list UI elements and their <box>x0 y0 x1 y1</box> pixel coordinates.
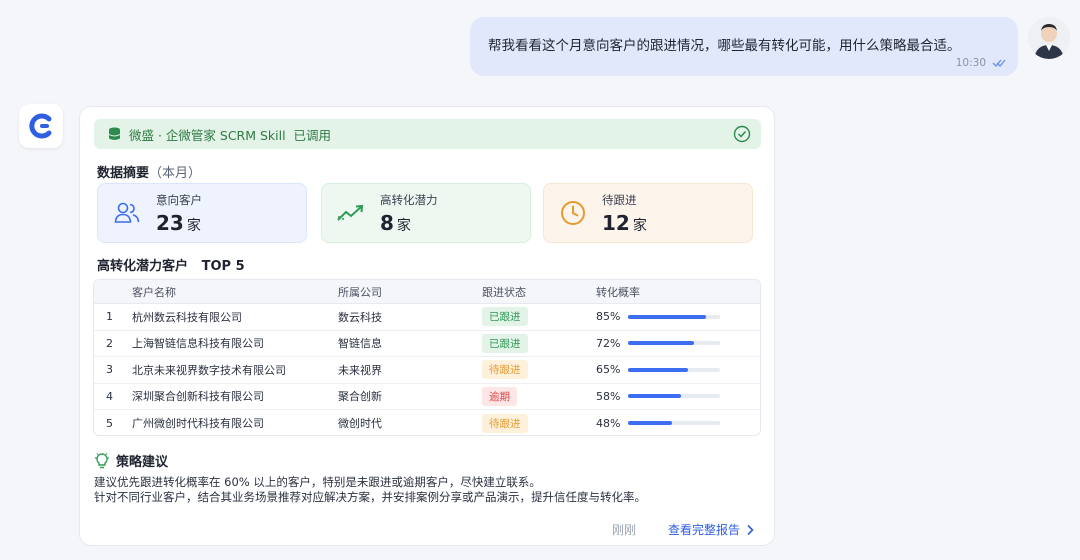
rate-bar-fill <box>628 367 688 372</box>
header-company: 所属公司 <box>338 285 382 299</box>
database-icon <box>109 127 120 140</box>
table-row[interactable]: 4 深圳聚合创新科技有限公司 聚合创新 逾期 58% <box>94 384 760 410</box>
stat-label: 高转化潜力 <box>380 192 438 207</box>
row-rate: 58% <box>596 389 621 403</box>
row-company: 聚合创新 <box>338 390 382 404</box>
rate-bar-cell <box>628 384 720 410</box>
stat-label: 意向客户 <box>156 192 202 207</box>
rate-bar-fill <box>628 421 673 426</box>
user-message-text: 帮我看看这个月意向客户的跟进情况，哪些最有转化可能，用什么策略最合适。 <box>488 38 961 54</box>
table-header: 客户名称 所属公司 跟进状态 转化概率 <box>94 280 760 304</box>
row-status-cell: 待跟进 <box>482 357 528 383</box>
row-customer-name: 深圳聚合创新科技有限公司 <box>132 390 264 404</box>
row-company: 数云科技 <box>338 310 382 324</box>
table-row[interactable]: 3 北京未来视界数字技术有限公司 未来视界 待跟进 65% <box>94 357 760 384</box>
clock-icon <box>561 201 585 225</box>
stat-card-high-potential: 高转化潜力 8家 <box>321 183 531 243</box>
check-circle-icon <box>733 125 751 143</box>
trend-up-icon <box>337 204 364 221</box>
row-rank: 3 <box>106 363 113 377</box>
row-rate: 65% <box>596 363 621 377</box>
table-row[interactable]: 1 杭州数云科技有限公司 数云科技 已跟进 85% <box>94 304 760 331</box>
stat-unit: 家 <box>186 217 201 234</box>
stat-card-intent-customers: 意向客户 23 家 <box>97 183 307 243</box>
row-company: 微创时代 <box>338 417 382 431</box>
header-customer-name: 客户名称 <box>132 285 176 299</box>
strategy-line: 针对不同行业客户，结合其业务场景推荐对应解决方案，并安排案例分享或产品演示，提升… <box>94 490 646 504</box>
header-rate: 转化概率 <box>596 285 640 299</box>
stat-value: 12 <box>602 210 630 235</box>
row-company: 未来视界 <box>338 363 382 377</box>
row-customer-name: 杭州数云科技有限公司 <box>132 310 242 324</box>
row-status-cell: 待跟进 <box>482 410 528 435</box>
summary-period: （本月） <box>149 166 202 181</box>
row-customer-name: 广州微创时代科技有限公司 <box>132 417 264 431</box>
status-badge: 待跟进 <box>482 360 528 380</box>
view-full-report-label: 查看完整报告 <box>668 523 741 537</box>
skill-invoked-banner: 微盛 · 企微管家 SCRM Skill 已调用 <box>94 119 761 149</box>
top-customers-title: 高转化潜力客户 TOP 5 <box>97 259 245 274</box>
rate-bar-fill <box>628 314 707 319</box>
stat-card-pending-followup: 待跟进 12 家 <box>543 183 753 243</box>
summary-title: 数据摘要（本月） <box>97 166 202 181</box>
stat-value: 23 <box>156 210 184 235</box>
rate-bar-track <box>628 394 720 399</box>
status-badge: 已跟进 <box>482 333 528 353</box>
table-row[interactable]: 2 上海智链信息科技有限公司 智链信息 已跟进 72% <box>94 331 760 357</box>
lightbulb-icon <box>95 452 109 468</box>
rate-bar-track <box>628 341 720 346</box>
skill-banner-text: 微盛 · 企微管家 SCRM Skill 已调用 <box>129 127 332 143</box>
assistant-response-card: 微盛 · 企微管家 SCRM Skill 已调用 数据摘要（本月） 意向客户 2… <box>79 106 775 546</box>
assistant-avatar <box>19 104 63 148</box>
stat-value: 8 <box>380 210 394 235</box>
row-status-cell: 已跟进 <box>482 331 528 357</box>
strategy-title: 策略建议 <box>94 451 168 470</box>
top-customers-subtitle: TOP 5 <box>201 259 245 274</box>
chevron-right-icon <box>747 524 754 535</box>
message-time: 10:30 <box>955 57 986 69</box>
row-customer-name: 上海智链信息科技有限公司 <box>132 337 264 351</box>
header-status: 跟进状态 <box>482 285 526 299</box>
rate-bar-track <box>628 367 720 372</box>
status-badge: 逾期 <box>482 386 517 406</box>
row-rank: 4 <box>106 389 113 403</box>
users-icon <box>114 202 140 223</box>
rate-bar-fill <box>628 341 695 346</box>
row-rank: 1 <box>106 310 113 324</box>
message-meta: 10:30 <box>956 57 1006 69</box>
row-status-cell: 逾期 <box>482 384 517 410</box>
response-time: 刚刚 <box>612 523 637 537</box>
row-customer-name: 北京未来视界数字技术有限公司 <box>132 363 286 377</box>
rate-bar-track <box>628 421 720 426</box>
stat-label: 待跟进 <box>602 192 637 207</box>
rate-bar-cell <box>628 304 720 330</box>
row-rate: 85% <box>596 310 621 324</box>
status-badge: 待跟进 <box>482 413 528 433</box>
row-rank: 5 <box>106 416 113 430</box>
rate-bar-cell <box>628 410 720 435</box>
table-row[interactable]: 5 广州微创时代科技有限公司 微创时代 待跟进 48% <box>94 410 760 435</box>
strategy-text: 建议优先跟进转化概率在 60% 以上的客户，特别是未跟进或逾期客户，尽快建立联系… <box>94 475 646 505</box>
double-check-icon <box>992 59 1006 67</box>
brand-c-logo-icon <box>29 113 52 139</box>
row-company: 智链信息 <box>338 337 382 351</box>
rate-bar-track <box>628 314 720 319</box>
strategy-line: 建议优先跟进转化概率在 60% 以上的客户，特别是未跟进或逾期客户，尽快建立联系… <box>94 475 541 489</box>
stat-unit: 家 <box>632 217 647 234</box>
top-customers-table: 客户名称 所属公司 跟进状态 转化概率 1 杭州数云科技有限公司 数云科技 已跟进 85… <box>93 279 761 436</box>
rate-bar-cell <box>628 357 720 383</box>
user-message-bubble: 帮我看看这个月意向客户的跟进情况，哪些最有转化可能，用什么策略最合适。 10:3… <box>470 17 1018 76</box>
status-badge: 已跟进 <box>482 307 528 327</box>
user-avatar[interactable] <box>1028 17 1070 59</box>
stat-unit: 家 <box>396 217 411 234</box>
rate-bar-fill <box>628 394 682 399</box>
row-rank: 2 <box>106 336 113 350</box>
row-rate: 48% <box>596 416 621 430</box>
row-rate: 72% <box>596 336 621 350</box>
rate-bar-cell <box>628 331 720 357</box>
row-status-cell: 已跟进 <box>482 304 528 330</box>
view-full-report-link[interactable]: 查看完整报告 <box>668 521 754 538</box>
